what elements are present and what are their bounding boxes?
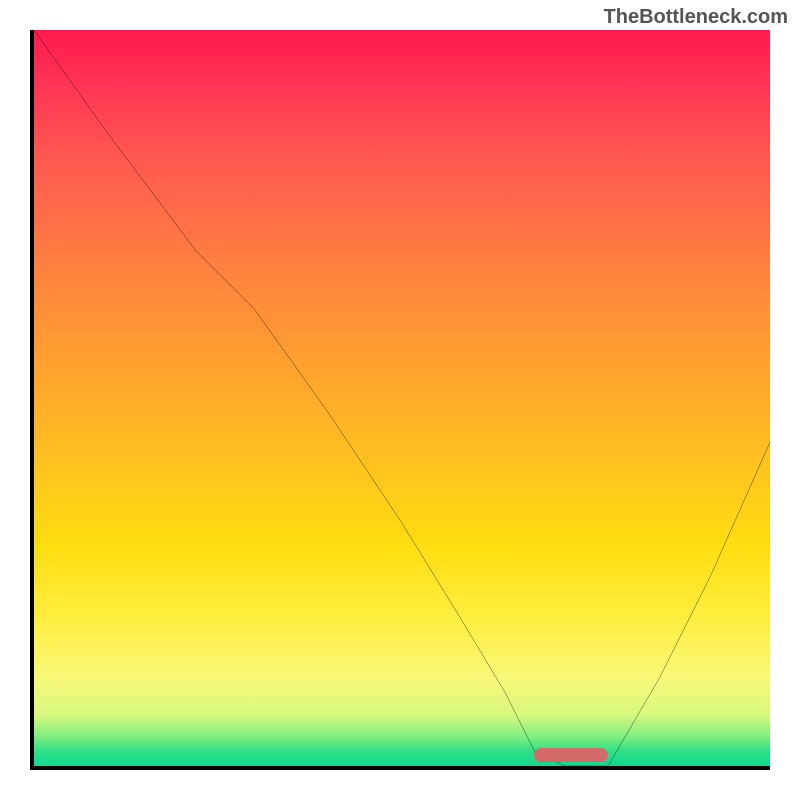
optimal-range-marker <box>534 748 608 762</box>
chart-plot-area <box>30 30 770 770</box>
watermark-text: TheBottleneck.com <box>604 6 788 29</box>
chart-curve-path <box>34 30 770 766</box>
chart-curve-svg <box>34 30 770 766</box>
